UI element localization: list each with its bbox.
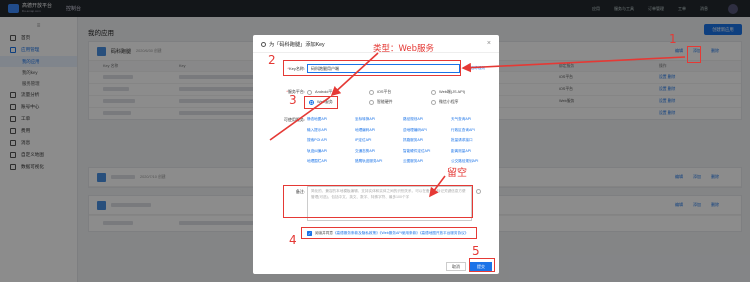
arrow-remark xyxy=(429,175,446,198)
arrow-web-service-tail xyxy=(269,96,331,141)
annotation-arrows xyxy=(269,52,686,198)
arrow-type-to-web-service xyxy=(330,52,379,97)
arrow-add-to-keyname xyxy=(461,56,686,73)
